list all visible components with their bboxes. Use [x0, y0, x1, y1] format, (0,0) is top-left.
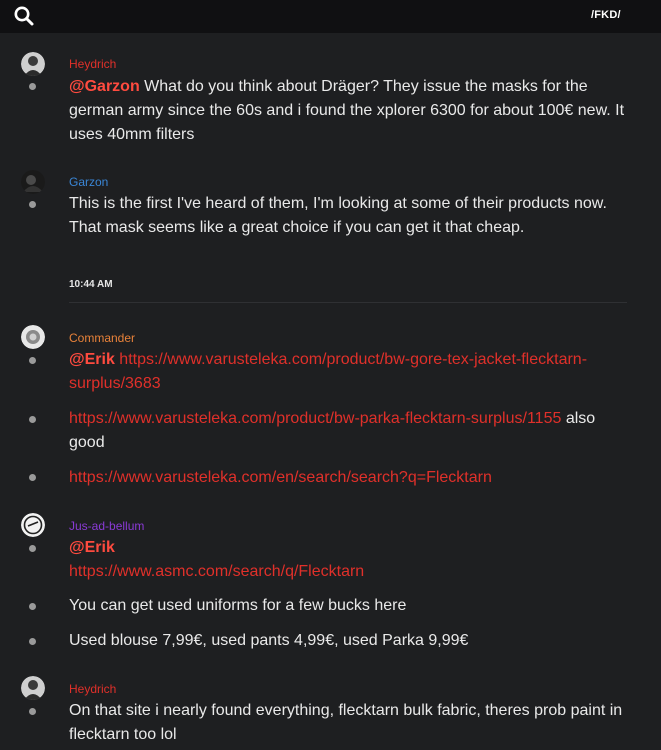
message-bullet	[29, 708, 36, 715]
message-text: uses 40mm filters	[69, 126, 195, 143]
message-bullet	[29, 474, 36, 481]
message-text: You can get used uniforms for a few buck…	[69, 597, 407, 614]
avatar[interactable]	[21, 52, 45, 76]
message-text: This is the first I've heard of them, I'…	[69, 195, 607, 212]
message-bullet	[29, 416, 36, 423]
top-bar: /FKD/	[0, 0, 661, 33]
message-text: good	[69, 434, 105, 451]
message-bullet	[29, 83, 36, 90]
message-text: @Erik	[69, 536, 639, 560]
message-link[interactable]: https://www.asmc.com/search/q/Flecktarn	[69, 563, 364, 580]
message-text: surplus/3683	[69, 372, 639, 396]
author-name[interactable]: Heydrich	[69, 682, 116, 696]
message-bullet	[29, 201, 36, 208]
message-text: On that site i nearly found everything, …	[69, 702, 623, 719]
message-link[interactable]: https://www.varusteleka.com/product/bw-g…	[119, 351, 587, 368]
author-name[interactable]: Garzon	[69, 175, 108, 189]
user-mention[interactable]: @Garzon	[69, 78, 140, 95]
search-icon[interactable]	[13, 5, 35, 27]
server-name: /FKD/	[591, 9, 621, 21]
author-name[interactable]: Heydrich	[69, 57, 116, 71]
message-link[interactable]: surplus/3683	[69, 375, 161, 392]
message-text: That mask seems like a great choice if y…	[69, 219, 525, 236]
message-bullet	[29, 545, 36, 552]
avatar[interactable]	[21, 170, 45, 194]
divider	[69, 302, 627, 303]
message-bullet	[29, 603, 36, 610]
avatar[interactable]	[21, 513, 45, 537]
message-bullet	[29, 357, 36, 364]
message-text: @Erik https://www.varusteleka.com/produc…	[69, 348, 639, 372]
avatar[interactable]	[21, 676, 45, 700]
message-bullet	[29, 638, 36, 645]
avatar[interactable]	[21, 325, 45, 349]
message-link[interactable]: https://www.varusteleka.com/en/search/se…	[69, 469, 492, 486]
message-text: https://www.asmc.com/search/q/Flecktarn	[69, 560, 639, 584]
message-text: Used blouse 7,99€, used pants 4,99€, use…	[69, 632, 469, 649]
message-text: flecktarn too lol	[69, 726, 177, 743]
message-text: https://www.varusteleka.com/product/bw-p…	[69, 410, 596, 427]
user-mention[interactable]: @Erik	[69, 351, 115, 368]
message-link[interactable]: https://www.varusteleka.com/product/bw-p…	[69, 410, 561, 427]
author-name[interactable]: Commander	[69, 331, 135, 345]
user-mention[interactable]: @Erik	[69, 539, 115, 556]
message-text: german army since the 60s and i found th…	[69, 102, 625, 119]
timestamp: 10:44 AM	[69, 279, 113, 290]
author-name[interactable]: Jus-ad-bellum	[69, 519, 144, 533]
message-text: https://www.varusteleka.com/en/search/se…	[69, 466, 639, 490]
message-text: @Garzon What do you think about Dräger? …	[69, 78, 588, 95]
